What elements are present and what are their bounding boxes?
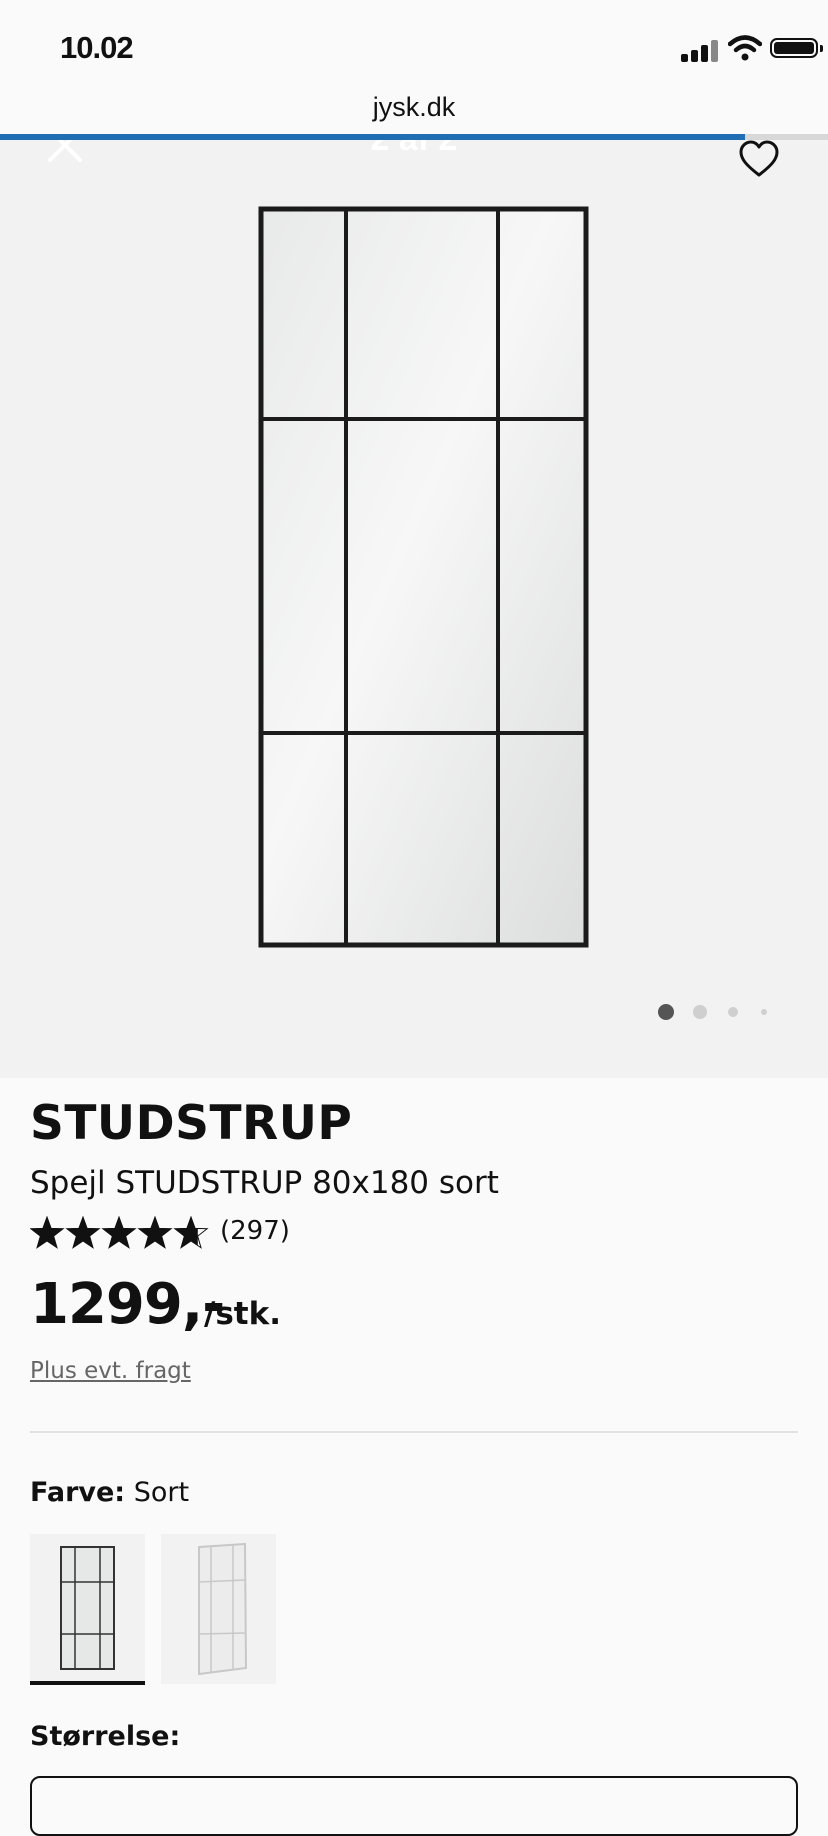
product-image-gallery[interactable]: 2 af 2: [0, 140, 828, 1078]
swatch-image-sort: [60, 1546, 115, 1670]
status-icons: [628, 34, 828, 64]
star-icon-fill: [66, 1217, 100, 1248]
rating-stars[interactable]: [30, 1216, 210, 1252]
selected-swatch-indicator: [30, 1681, 145, 1685]
star-icon-fill: [138, 1217, 172, 1248]
product-image-mirror: [258, 206, 589, 948]
pagination-dot[interactable]: [658, 1004, 674, 1020]
product-brand-title: STUDSTRUP: [30, 1096, 353, 1151]
product-name: Spejl STUDSTRUP 80x180 sort: [30, 1165, 499, 1201]
wifi-icon: [728, 35, 762, 61]
status-time: 10.02: [60, 30, 134, 65]
swatch-image-hvid: [198, 1542, 248, 1676]
color-swatch-sort[interactable]: [30, 1534, 145, 1684]
color-swatch-hvid[interactable]: [161, 1534, 276, 1684]
color-label: Farve:: [30, 1477, 126, 1508]
color-selector-label: Farve: Sort: [30, 1477, 189, 1508]
pagination-dot[interactable]: [693, 1005, 707, 1019]
pagination-dot[interactable]: [761, 1009, 767, 1015]
browser-domain: jysk.dk: [372, 92, 456, 122]
star-icon-fill: [30, 1217, 64, 1248]
signal-icon: [681, 40, 723, 62]
shipping-link[interactable]: Plus evt. fragt: [30, 1358, 191, 1384]
status-bar: 10.02: [0, 0, 828, 98]
review-count[interactable]: (297): [220, 1216, 290, 1246]
image-counter: 2 af 2: [0, 140, 828, 159]
color-selected-value: Sort: [133, 1477, 190, 1508]
price-unit: /stk.: [204, 1296, 281, 1332]
battery-icon: [770, 38, 823, 58]
pagination-dot[interactable]: [728, 1007, 738, 1017]
star-icon-fill: [102, 1217, 136, 1248]
divider: [30, 1431, 798, 1433]
size-select[interactable]: [30, 1776, 798, 1836]
image-pagination-dots[interactable]: [658, 1004, 778, 1020]
size-label: Størrelse:: [30, 1721, 181, 1752]
heart-icon[interactable]: [738, 140, 780, 178]
product-price: 1299,-: [30, 1272, 225, 1337]
close-icon[interactable]: [42, 140, 88, 168]
